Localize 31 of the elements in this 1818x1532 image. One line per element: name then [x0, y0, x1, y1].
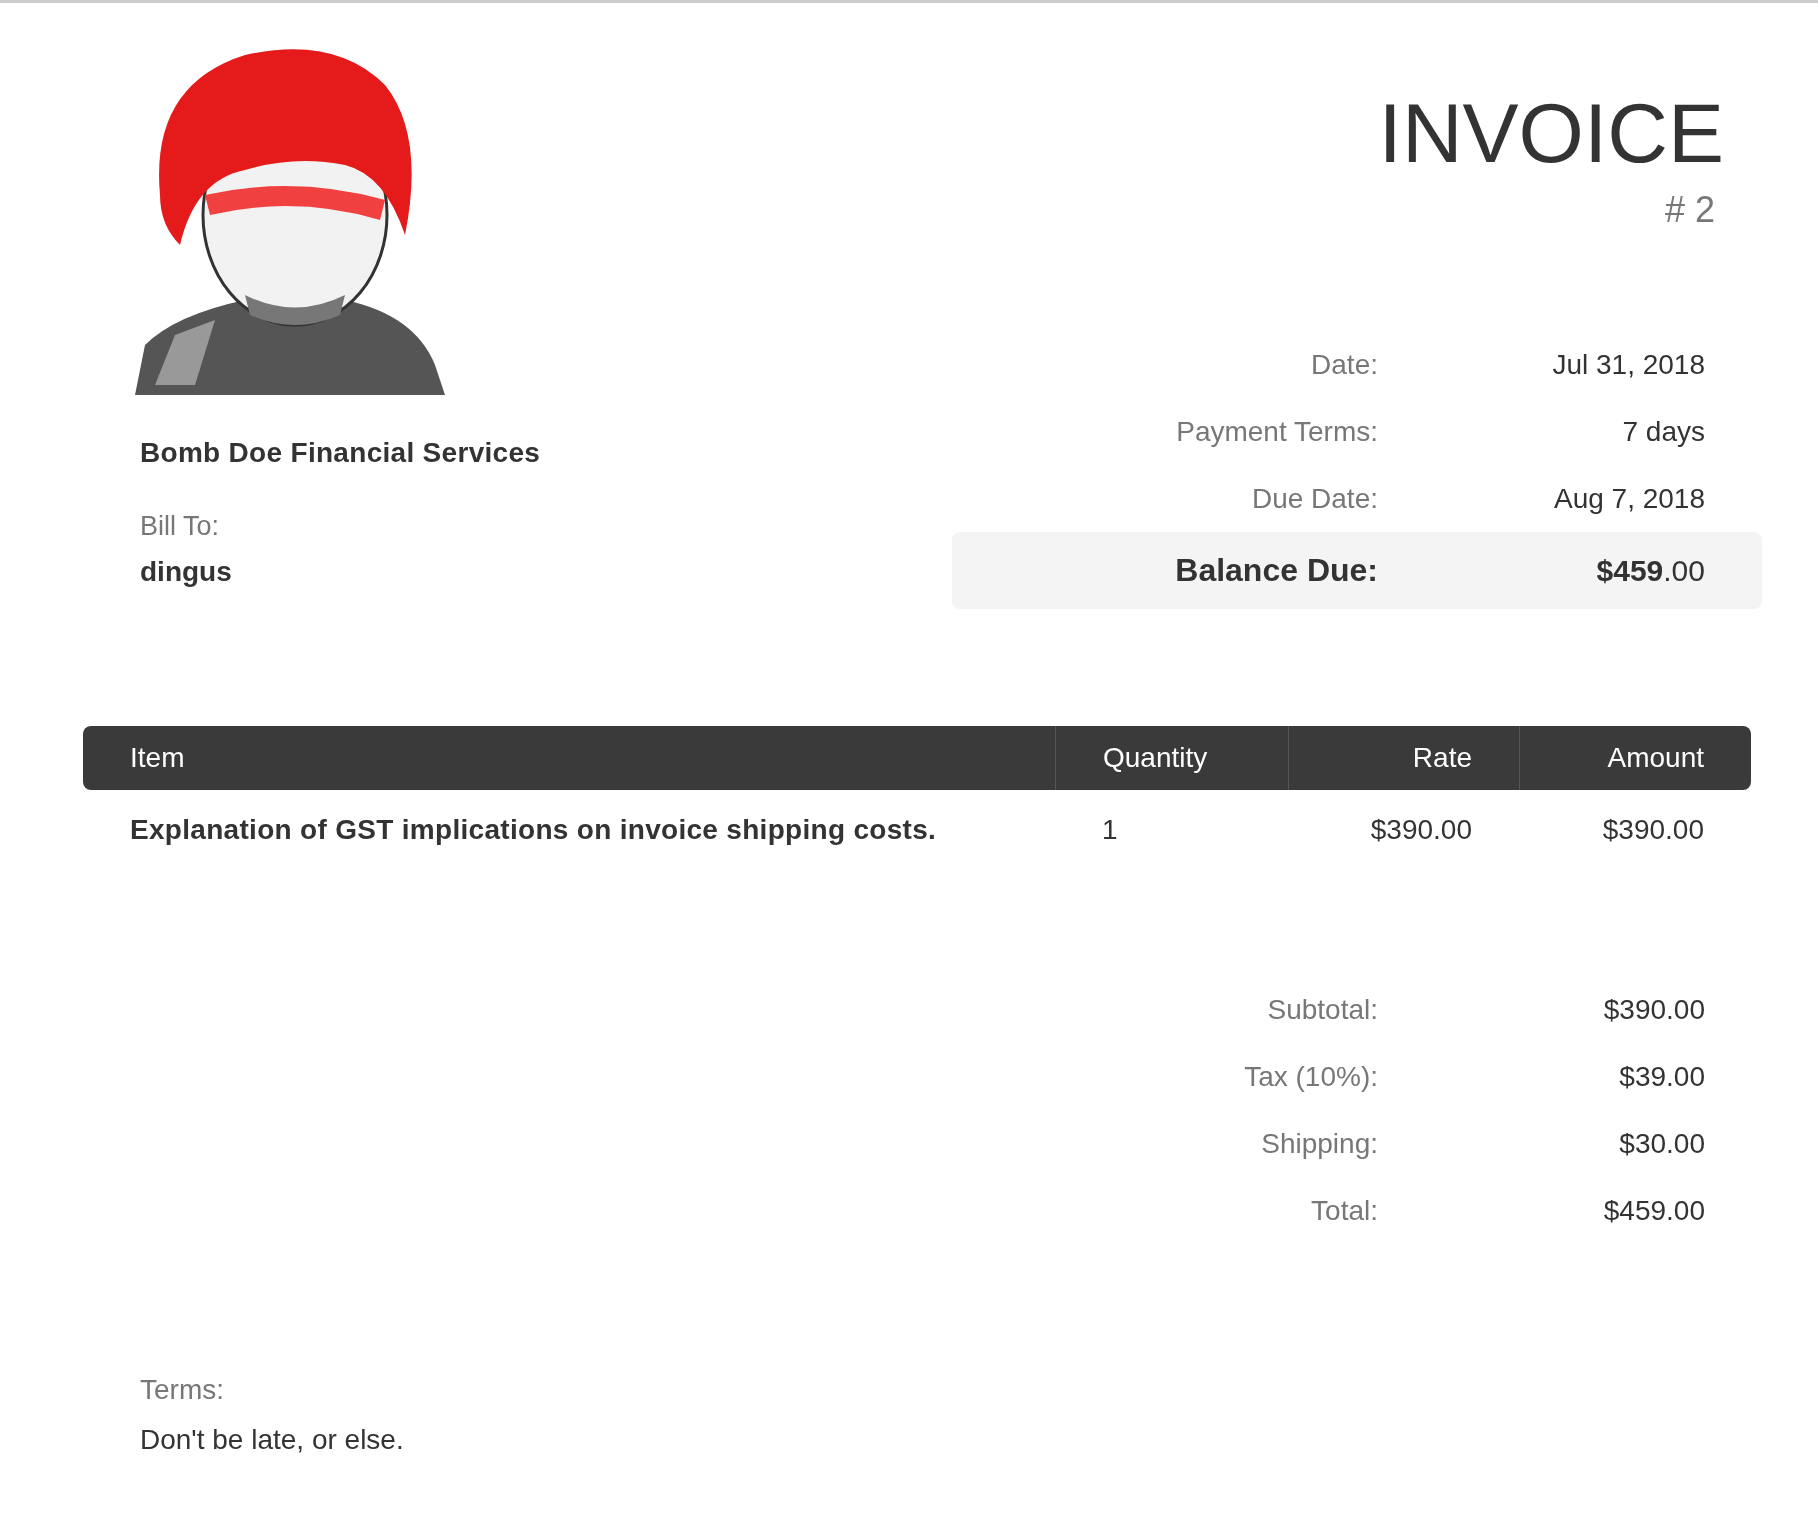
total-label: Total:	[1310, 1194, 1378, 1228]
table-cell-text: Explanation of GST implications on invoice shipping costs.	[129, 814, 938, 846]
company-name: Bomb Doe Financial Services	[140, 437, 541, 469]
meta-value: Jul 31, 2018	[1551, 348, 1705, 382]
terms-label: Terms:	[140, 1374, 225, 1406]
meta-value: 7 days	[1621, 415, 1705, 449]
column-header: Item	[129, 741, 186, 775]
meta-label: Due Date:	[1250, 482, 1378, 516]
total-label: Tax (10%):	[1243, 1060, 1378, 1094]
balance-due-value: $459.00	[1595, 553, 1705, 588]
total-value: $30.00	[1618, 1127, 1705, 1161]
total-value: $459.00	[1602, 1194, 1705, 1228]
meta-label: Payment Terms:	[1175, 415, 1378, 449]
meta-label: Date:	[1310, 348, 1378, 382]
terms-text: Don't be late, or else.	[140, 1424, 405, 1456]
column-header: Rate	[1288, 726, 1519, 790]
client-name: dingus	[140, 556, 233, 588]
table-cell-text: 1	[1101, 814, 1119, 846]
column-header: Quantity	[1055, 726, 1288, 790]
invoice-title: INVOICE	[1377, 91, 1724, 175]
total-label: Shipping:	[1260, 1127, 1378, 1161]
total-value: $390.00	[1602, 993, 1705, 1027]
invoice-number: # 2	[1663, 189, 1715, 231]
table-cell-text: $390.00	[1601, 814, 1705, 846]
column-header: Amount	[1519, 726, 1751, 790]
table-cell-text: $390.00	[1369, 814, 1473, 846]
total-label: Subtotal:	[1266, 993, 1378, 1027]
meta-value: Aug 7, 2018	[1552, 482, 1705, 516]
total-value: $39.00	[1618, 1060, 1705, 1094]
balance-due-label: Balance Due:	[1174, 552, 1378, 589]
bill-to-label: Bill To:	[140, 511, 221, 542]
